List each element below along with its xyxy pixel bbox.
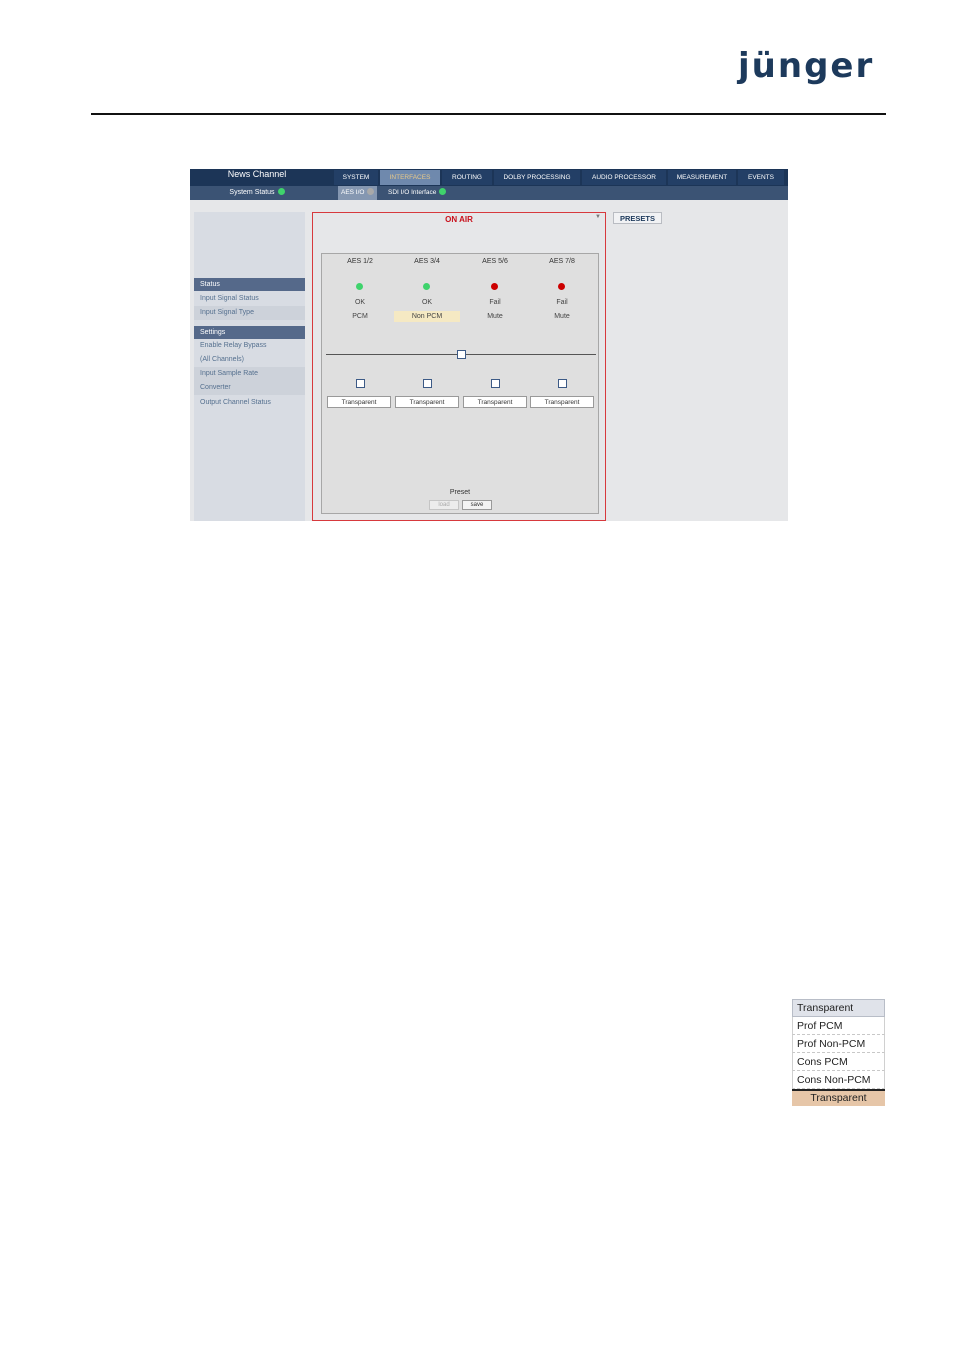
header-rule [91, 113, 886, 115]
sidebar-item-input-signal-status[interactable]: Input Signal Status [194, 292, 305, 306]
triangle-down-icon[interactable]: ▼ [595, 214, 601, 220]
sidebar: Status Input Signal Status Input Signal … [194, 212, 305, 521]
load-preset-button[interactable]: load [429, 500, 459, 510]
output-status-select[interactable]: Transparent [395, 396, 459, 408]
aes-channel-panel: AES 1/2 AES 3/4 AES 5/6 AES 7/8 OK OK Fa… [321, 253, 599, 514]
relay-bypass-checkbox[interactable] [558, 379, 567, 388]
channel-label: AES 1/2 [347, 258, 373, 265]
subtab-sdi-io-interface[interactable]: SDI I/O Interface [388, 186, 447, 200]
subtab-aes-io[interactable]: AES I/O [338, 186, 378, 200]
channel-status: Fail [489, 299, 501, 306]
relay-bypass-checkbox[interactable] [491, 379, 500, 388]
status-ok-icon [439, 188, 447, 195]
channel-signal-type: Mute [554, 313, 570, 320]
subtab-sdi-io-label: SDI I/O Interface [388, 189, 437, 196]
dropdown-current-value[interactable]: Transparent [792, 1089, 885, 1106]
output-status-select[interactable]: Transparent [530, 396, 594, 408]
channel-status: Fail [556, 299, 568, 306]
channel-status: OK [421, 299, 433, 306]
tab-routing[interactable]: ROUTING [442, 170, 492, 185]
status-led-fail-icon [491, 283, 498, 290]
channel-label: AES 5/6 [482, 258, 508, 265]
save-preset-button[interactable]: save [462, 500, 492, 510]
system-status[interactable]: System Status [190, 186, 324, 200]
dropdown-option-prof-non-pcm[interactable]: Prof Non-PCM [792, 1035, 885, 1053]
channel-status: OK [354, 299, 366, 306]
sidebar-item-enable-relay-bypass[interactable]: Enable Relay Bypass [194, 339, 305, 353]
channel-signal-type: Non PCM [394, 311, 460, 322]
status-neutral-icon [367, 188, 375, 195]
sidebar-item-output-channel-status[interactable]: Output Channel Status [194, 396, 305, 410]
dropdown-option-cons-pcm[interactable]: Cons PCM [792, 1053, 885, 1071]
sidebar-heading-status: Status [194, 278, 305, 291]
app-window: News Channel System Status SYSTEM INTERF… [190, 169, 788, 521]
output-status-select[interactable]: Transparent [463, 396, 527, 408]
relay-bypass-checkbox[interactable] [423, 379, 432, 388]
output-status-dropdown: Transparent Prof PCM Prof Non-PCM Cons P… [792, 999, 885, 1106]
sidebar-item-enable-relay-bypass-sub[interactable]: (All Channels) [194, 353, 305, 367]
sidebar-heading-settings: Settings [194, 326, 305, 339]
status-led-fail-icon [558, 283, 565, 290]
channel-label: AES 7/8 [549, 258, 575, 265]
tab-system[interactable]: SYSTEM [334, 170, 378, 185]
dropdown-option-cons-non-pcm[interactable]: Cons Non-PCM [792, 1071, 885, 1089]
on-air-panel: ON AIR ▼ AES 1/2 AES 3/4 AES 5/6 AES 7/8… [312, 212, 606, 521]
sample-rate-slider-handle[interactable] [457, 350, 466, 359]
preset-label: Preset [449, 489, 471, 496]
tab-audio-processor[interactable]: AUDIO PROCESSOR [582, 170, 666, 185]
status-led-ok-icon [356, 283, 363, 290]
presets-button[interactable]: PRESETS [613, 212, 662, 224]
tab-measurement[interactable]: MEASUREMENT [668, 170, 736, 185]
sidebar-item-input-sample-rate-sub[interactable]: Converter [194, 381, 305, 395]
tab-events[interactable]: EVENTS [738, 170, 784, 185]
sidebar-item-input-signal-type[interactable]: Input Signal Type [194, 306, 305, 320]
on-air-label: ON AIR [445, 215, 473, 224]
tab-interfaces[interactable]: INTERFACES [380, 170, 440, 185]
channel-signal-type: Mute [487, 313, 503, 320]
device-name: News Channel [227, 169, 287, 179]
channel-signal-type: PCM [352, 313, 368, 320]
tab-dolby-processing[interactable]: DOLBY PROCESSING [494, 170, 580, 185]
channel-label: AES 3/4 [414, 258, 440, 265]
system-status-label: System Status [229, 189, 275, 196]
dropdown-option-prof-pcm[interactable]: Prof PCM [792, 1017, 885, 1035]
output-status-select[interactable]: Transparent [327, 396, 391, 408]
relay-bypass-checkbox[interactable] [356, 379, 365, 388]
dropdown-header[interactable]: Transparent [792, 999, 885, 1017]
status-ok-icon [277, 188, 285, 195]
junger-logo: jünger [738, 46, 875, 86]
sidebar-item-input-sample-rate[interactable]: Input Sample Rate [194, 367, 305, 381]
subtab-aes-io-label: AES I/O [341, 189, 365, 196]
status-led-ok-icon [423, 283, 430, 290]
